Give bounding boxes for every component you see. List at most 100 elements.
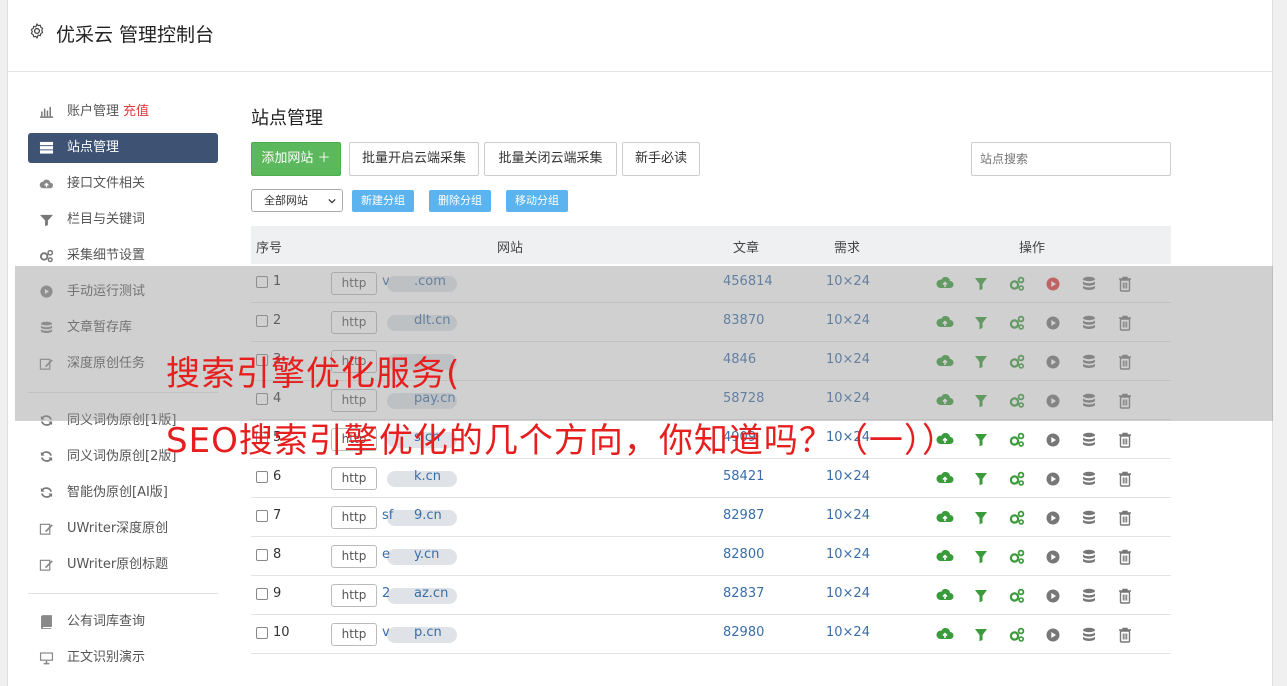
cloud-upload-icon[interactable] — [936, 470, 954, 488]
sidebar-item-13[interactable]: UWriter原创标题 — [28, 547, 218, 583]
sidebar-item-15[interactable]: 正文识别演示 — [28, 640, 218, 676]
article-count[interactable]: 82837 — [723, 586, 764, 601]
table-row: 6 http k.cn 58421 10×24 — [251, 459, 1171, 498]
section-heading: 站点管理 — [251, 108, 323, 129]
database-icon[interactable] — [1080, 509, 1098, 527]
sidebar-item-label: 智能伪原创[AI版] — [67, 485, 168, 500]
gears-icon[interactable] — [1008, 431, 1026, 449]
recharge-link[interactable]: 充值 — [123, 104, 149, 119]
row-checkbox[interactable] — [256, 471, 268, 483]
article-count[interactable]: 82987 — [723, 508, 764, 523]
delete-group-button[interactable]: 删除分组 — [429, 190, 491, 212]
filter-icon — [39, 214, 54, 227]
play-circle-icon[interactable] — [1044, 626, 1062, 644]
site-domain[interactable]: y.cn — [414, 547, 439, 562]
gears-icon[interactable] — [1008, 587, 1026, 605]
sidebar-item-label: 公有词库查询 — [67, 614, 146, 629]
cloud-upload-icon[interactable] — [936, 509, 954, 527]
trash-icon[interactable] — [1116, 509, 1134, 527]
cloud-upload-icon[interactable] — [936, 626, 954, 644]
edit-icon — [39, 523, 53, 535]
article-count[interactable]: 82800 — [723, 547, 764, 562]
sidebar-item-11[interactable]: 智能伪原创[AI版] — [28, 475, 218, 511]
demand-value[interactable]: 10×24 — [826, 625, 870, 640]
watermark-overlay — [15, 266, 1273, 421]
site-prefix[interactable]: v — [382, 625, 390, 640]
filter-icon[interactable] — [972, 509, 990, 527]
cloud-upload-icon[interactable] — [936, 548, 954, 566]
filter-icon[interactable] — [972, 626, 990, 644]
sidebar-item-label: 正文识别演示 — [67, 650, 146, 665]
demand-value[interactable]: 10×24 — [826, 508, 870, 523]
group-select-value: 全部网站 — [264, 194, 308, 207]
col-demand: 需求 — [834, 241, 861, 256]
add-site-button[interactable]: 添加网站 ＋ — [251, 142, 341, 176]
play-circle-icon[interactable] — [1044, 587, 1062, 605]
new-group-button[interactable]: 新建分组 — [352, 190, 414, 212]
overlay-title-line2: SEO搜索引擎优化的几个方向，你知道吗？（一）） — [166, 421, 957, 461]
trash-icon[interactable] — [1116, 548, 1134, 566]
demand-value[interactable]: 10×24 — [826, 469, 870, 484]
col-ops: 操作 — [1019, 241, 1046, 256]
row-checkbox[interactable] — [256, 549, 268, 561]
sidebar-item-3[interactable]: 接口文件相关 — [28, 166, 218, 202]
protocol-badge: http — [331, 584, 377, 607]
database-icon[interactable] — [1080, 626, 1098, 644]
site-prefix[interactable]: 2 — [382, 586, 390, 601]
table-row: 7 http sf 9.cn 82987 10×24 — [251, 498, 1171, 537]
row-checkbox[interactable] — [256, 510, 268, 522]
row-checkbox[interactable] — [256, 588, 268, 600]
filter-icon[interactable] — [972, 548, 990, 566]
col-site: 网站 — [497, 241, 524, 256]
sidebar-item-4[interactable]: 栏目与关键词 — [28, 202, 218, 238]
article-count[interactable]: 82980 — [723, 625, 764, 640]
sidebar-item-1[interactable]: 账户管理 充值 — [28, 94, 218, 130]
cloud-upload-icon — [39, 179, 54, 189]
article-count[interactable]: 58421 — [723, 469, 764, 484]
play-circle-icon[interactable] — [1044, 509, 1062, 527]
demand-value[interactable]: 10×24 — [826, 586, 870, 601]
trash-icon[interactable] — [1116, 626, 1134, 644]
gears-icon[interactable] — [1008, 470, 1026, 488]
gear-icon — [30, 23, 44, 39]
move-group-button[interactable]: 移动分组 — [506, 190, 568, 212]
database-icon[interactable] — [1080, 470, 1098, 488]
site-prefix[interactable]: sf — [382, 508, 393, 523]
database-icon[interactable] — [1080, 548, 1098, 566]
sidebar-item-14[interactable]: 公有词库查询 — [28, 604, 218, 640]
site-prefix[interactable]: e — [382, 547, 390, 562]
site-domain[interactable]: az.cn — [414, 586, 448, 601]
trash-icon[interactable] — [1116, 431, 1134, 449]
gears-icon[interactable] — [1008, 548, 1026, 566]
database-icon[interactable] — [1080, 431, 1098, 449]
group-select[interactable]: 全部网站 — [251, 189, 343, 212]
site-domain[interactable]: 9.cn — [414, 508, 442, 523]
play-circle-icon[interactable] — [1044, 548, 1062, 566]
site-domain[interactable]: p.cn — [414, 625, 442, 640]
guide-button[interactable]: 新手必读 — [622, 142, 700, 176]
filter-icon[interactable] — [972, 470, 990, 488]
sidebar-item-2[interactable]: 站点管理 — [28, 133, 218, 163]
chevron-down-icon — [328, 198, 336, 204]
demand-value[interactable]: 10×24 — [826, 547, 870, 562]
batch-disable-button[interactable]: 批量关闭云端采集 — [484, 142, 617, 176]
sidebar-item-label: 站点管理 — [67, 140, 120, 155]
row-checkbox[interactable] — [256, 627, 268, 639]
filter-icon[interactable] — [972, 431, 990, 449]
sidebar-item-12[interactable]: UWriter深度原创 — [28, 511, 218, 547]
play-circle-icon[interactable] — [1044, 470, 1062, 488]
gears-icon[interactable] — [1008, 626, 1026, 644]
site-domain[interactable]: k.cn — [414, 469, 441, 484]
sidebar-item-label: 栏目与关键词 — [67, 212, 146, 227]
row-number: 6 — [273, 469, 282, 484]
trash-icon[interactable] — [1116, 587, 1134, 605]
row-number: 9 — [273, 586, 282, 601]
site-search-input[interactable] — [971, 142, 1171, 176]
filter-icon[interactable] — [972, 587, 990, 605]
trash-icon[interactable] — [1116, 470, 1134, 488]
cloud-upload-icon[interactable] — [936, 587, 954, 605]
database-icon[interactable] — [1080, 587, 1098, 605]
play-circle-icon[interactable] — [1044, 431, 1062, 449]
gears-icon[interactable] — [1008, 509, 1026, 527]
batch-enable-button[interactable]: 批量开启云端采集 — [349, 142, 479, 176]
